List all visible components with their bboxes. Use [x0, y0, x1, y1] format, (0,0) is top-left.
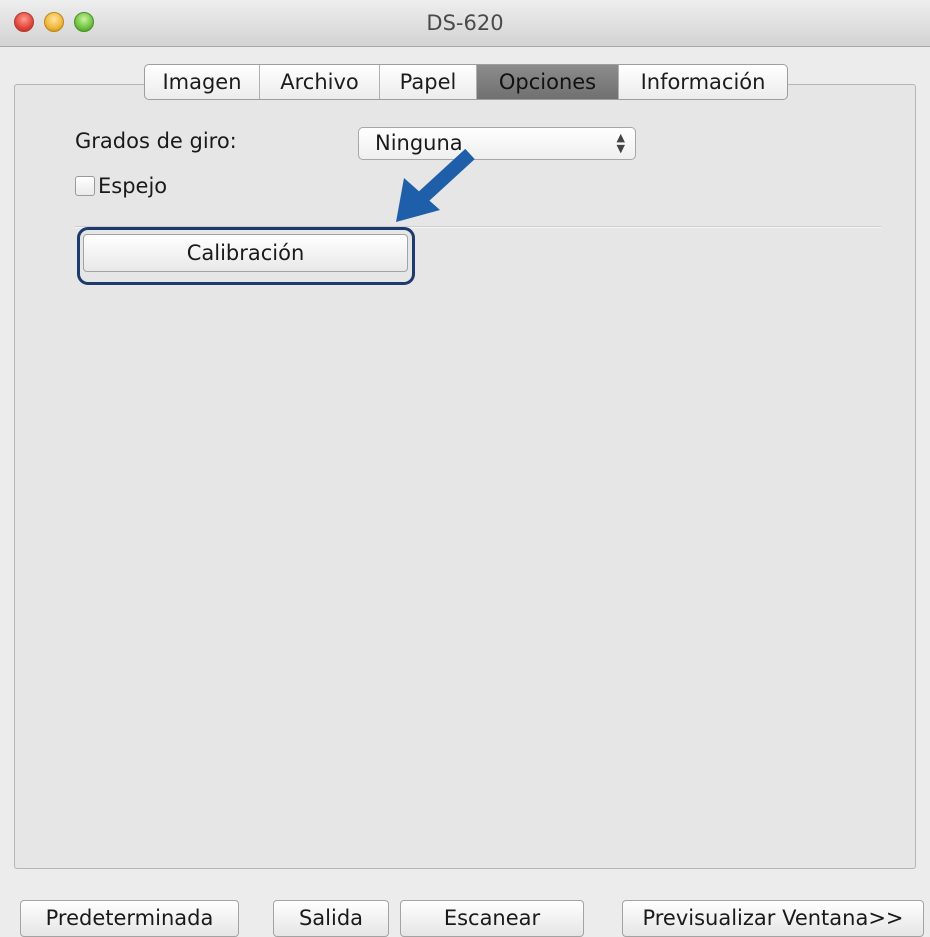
exit-button[interactable]: Salida [273, 900, 389, 937]
updown-arrows-icon: ▲ ▼ [616, 131, 625, 155]
tab-archivo[interactable]: Archivo [260, 65, 380, 99]
tab-bar: Imagen Archivo Papel Opciones Informació… [144, 64, 788, 100]
window-title: DS-620 [426, 11, 504, 35]
tab-informacion[interactable]: Información [619, 65, 787, 99]
scan-button[interactable]: Escanear [400, 900, 584, 937]
scanner-window: DS-620 Imagen Archivo Papel Opciones Inf… [0, 0, 930, 937]
tab-opciones[interactable]: Opciones [477, 65, 619, 99]
mirror-label[interactable]: Espejo [98, 174, 167, 198]
title-bar[interactable]: DS-620 [0, 0, 930, 47]
calibration-button[interactable]: Calibración [83, 234, 408, 272]
default-button[interactable]: Predeterminada [20, 900, 239, 937]
tab-imagen[interactable]: Imagen [145, 65, 260, 99]
preview-window-button[interactable]: Previsualizar Ventana>> [622, 900, 924, 937]
annotation-arrow-icon [396, 148, 475, 222]
rotation-label: Grados de giro: [75, 129, 237, 153]
tab-papel[interactable]: Papel [380, 65, 477, 99]
mirror-checkbox[interactable] [75, 176, 95, 196]
